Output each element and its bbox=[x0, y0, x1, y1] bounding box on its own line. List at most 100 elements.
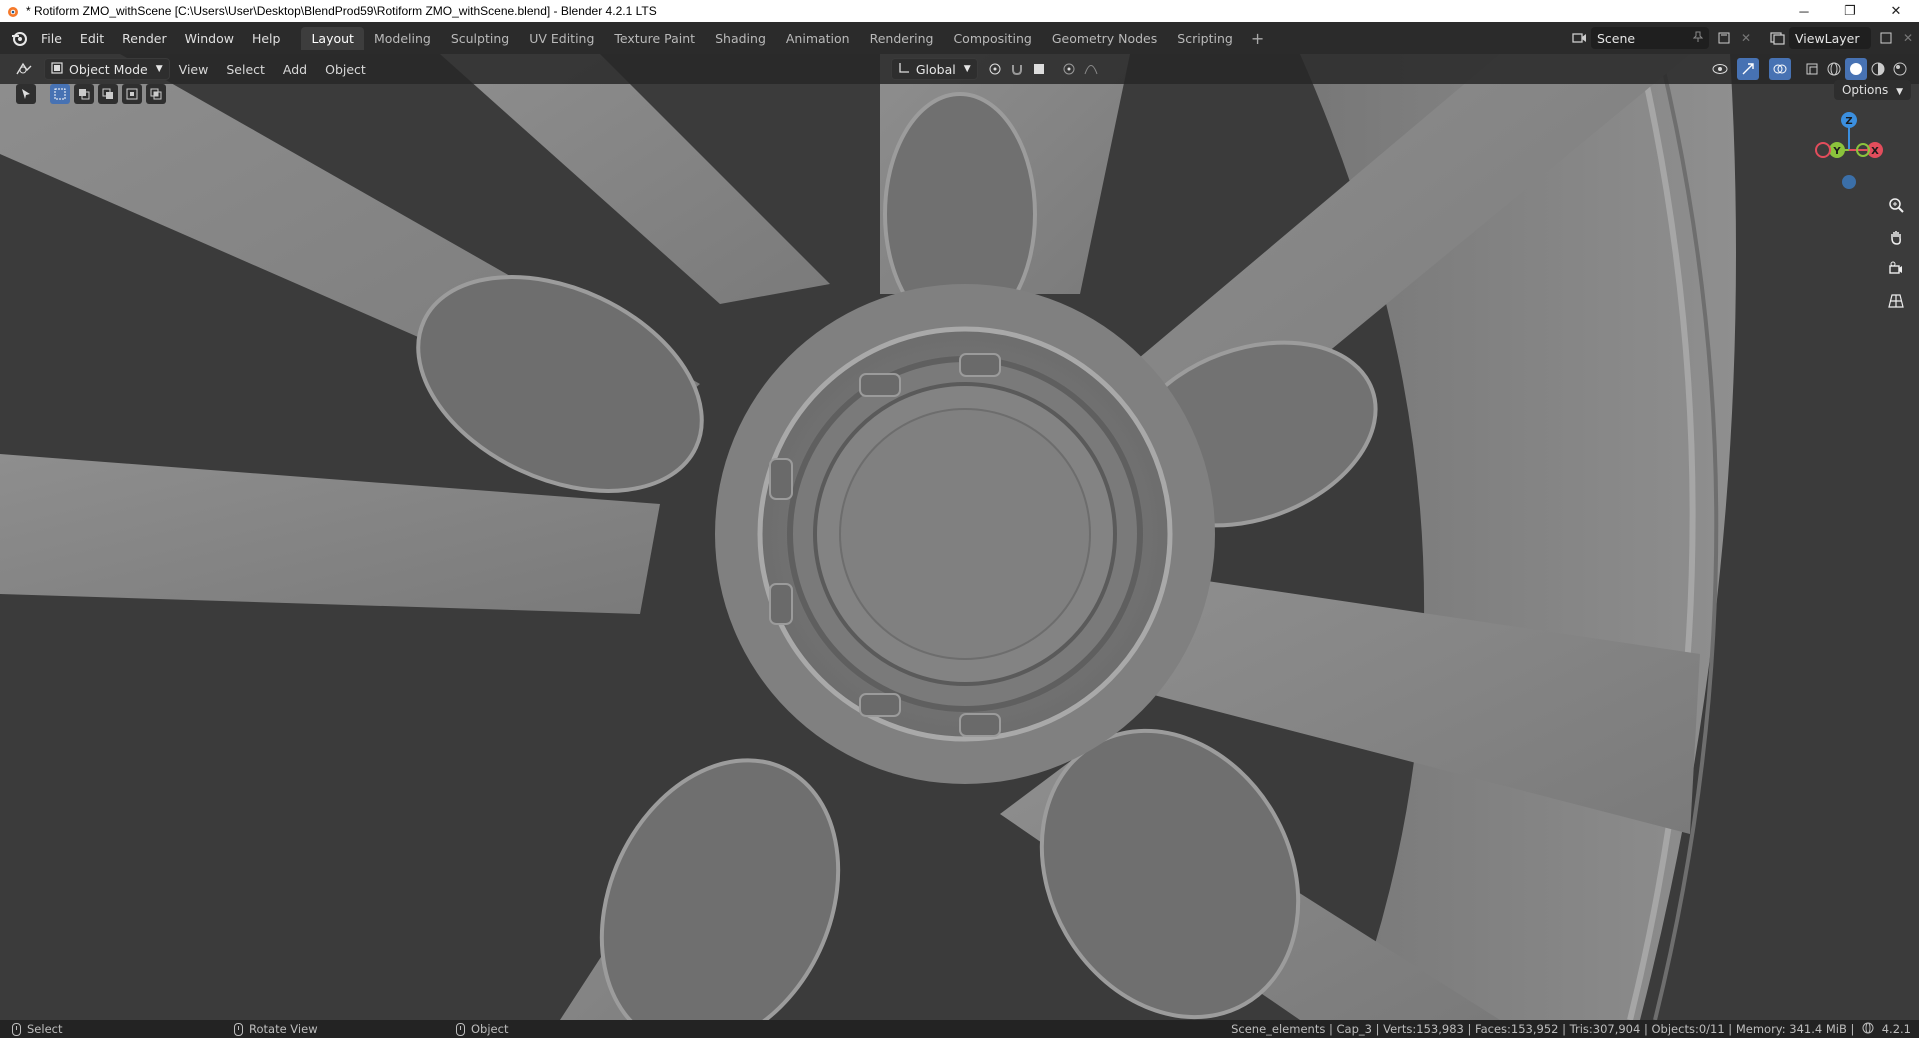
solid-shading-icon[interactable] bbox=[1845, 58, 1867, 80]
menu-window[interactable]: Window bbox=[176, 31, 243, 46]
navigation-gizmo[interactable]: Z X Y bbox=[1809, 110, 1889, 190]
tab-texture-paint[interactable]: Texture Paint bbox=[604, 27, 705, 50]
axes-icon bbox=[898, 62, 910, 77]
gizmo-neg-x-axis[interactable] bbox=[1815, 142, 1831, 158]
hint-object: Object bbox=[456, 1022, 656, 1036]
menu-edit[interactable]: Edit bbox=[71, 31, 113, 46]
viewlayer-icon[interactable] bbox=[1767, 27, 1789, 49]
options-label: Options bbox=[1841, 83, 1889, 97]
select-subtract-icon[interactable] bbox=[98, 84, 118, 104]
select-invert-icon[interactable] bbox=[122, 84, 142, 104]
gizmo-toggle-icon[interactable] bbox=[1737, 58, 1759, 80]
add-workspace-button[interactable]: + bbox=[1243, 29, 1272, 48]
workspace-tabs: Layout Modeling Sculpting UV Editing Tex… bbox=[301, 26, 1272, 50]
close-button[interactable]: ✕ bbox=[1873, 0, 1919, 22]
select-extend-icon[interactable] bbox=[74, 84, 94, 104]
wheel-render bbox=[0, 54, 1919, 1020]
viewport-header: Object Mode ▼ View Select Add Object Glo… bbox=[0, 54, 1919, 84]
gizmo-z-label: Z bbox=[1845, 116, 1852, 127]
xray-icon[interactable] bbox=[1801, 58, 1823, 80]
scene-name: Scene bbox=[1597, 30, 1636, 46]
overlay-toggle-icon[interactable] bbox=[1769, 58, 1791, 80]
scene-viewlayer-block: Scene ✕ ViewLayer ✕ bbox=[1569, 26, 1919, 50]
tab-sculpting[interactable]: Sculpting bbox=[441, 27, 519, 50]
statusbar: Select Rotate View Object Scene_elements… bbox=[0, 1020, 1919, 1038]
rendered-shading-icon[interactable] bbox=[1889, 58, 1911, 80]
3d-viewport[interactable] bbox=[0, 54, 1919, 1020]
vp-menu-select[interactable]: Select bbox=[217, 62, 274, 77]
tab-rendering[interactable]: Rendering bbox=[860, 27, 944, 50]
vp-menu-view[interactable]: View bbox=[170, 62, 218, 77]
scene-statistics: Scene_elements | Cap_3 | Verts:153,983 |… bbox=[1231, 1022, 1911, 1037]
menu-file[interactable]: File bbox=[32, 31, 71, 46]
tab-geometry-nodes[interactable]: Geometry Nodes bbox=[1042, 27, 1167, 50]
navigation-tools bbox=[1883, 192, 1909, 314]
viewlayer-selector[interactable]: ViewLayer bbox=[1789, 27, 1871, 49]
delete-scene-icon[interactable]: ✕ bbox=[1735, 27, 1757, 49]
falloff-icon[interactable] bbox=[1080, 58, 1102, 80]
visibility-icon[interactable] bbox=[1709, 58, 1731, 80]
perspective-grid-icon[interactable] bbox=[1883, 288, 1909, 314]
tab-compositing[interactable]: Compositing bbox=[943, 27, 1041, 50]
tab-uv-editing[interactable]: UV Editing bbox=[519, 27, 604, 50]
object-mode-dropdown[interactable]: Object Mode ▼ bbox=[44, 58, 170, 80]
menu-render[interactable]: Render bbox=[113, 31, 176, 46]
blender-menu-icon[interactable] bbox=[6, 25, 32, 51]
restore-button[interactable]: ❐ bbox=[1827, 0, 1873, 22]
pin-icon[interactable] bbox=[1692, 31, 1704, 46]
zoom-icon[interactable] bbox=[1883, 192, 1909, 218]
mouse-right-icon bbox=[456, 1022, 465, 1036]
select-tool-icon[interactable] bbox=[16, 84, 36, 104]
scene-type-icon[interactable] bbox=[1569, 27, 1591, 49]
object-mode-icon bbox=[51, 61, 63, 77]
mouse-middle-icon bbox=[234, 1022, 243, 1036]
wireframe-shading-icon[interactable] bbox=[1823, 58, 1845, 80]
mouse-left-icon bbox=[12, 1022, 21, 1036]
select-intersect-icon[interactable] bbox=[146, 84, 166, 104]
object-mode-label: Object Mode bbox=[69, 61, 148, 77]
camera-view-icon[interactable] bbox=[1883, 256, 1909, 282]
window-title: * Rotiform ZMO_withScene [C:\Users\User\… bbox=[26, 4, 657, 18]
delete-viewlayer-icon[interactable]: ✕ bbox=[1897, 27, 1919, 49]
vp-menu-add[interactable]: Add bbox=[274, 62, 316, 77]
transform-orientation-dropdown[interactable]: Global ▼ bbox=[890, 58, 978, 80]
proportional-edit-icon[interactable] bbox=[1058, 58, 1080, 80]
hint-select: Select bbox=[12, 1022, 222, 1036]
tab-shading[interactable]: Shading bbox=[705, 27, 776, 50]
tab-animation[interactable]: Animation bbox=[776, 27, 860, 50]
top-menubar: File Edit Render Window Help Layout Mode… bbox=[0, 22, 1919, 54]
blender-app-icon bbox=[4, 3, 20, 19]
viewlayer-name: ViewLayer bbox=[1795, 30, 1860, 46]
options-dropdown[interactable]: Options ▼ bbox=[1833, 80, 1911, 100]
snap-target-icon[interactable] bbox=[1028, 58, 1050, 80]
new-scene-icon[interactable] bbox=[1713, 27, 1735, 49]
globe-icon bbox=[1862, 1022, 1874, 1037]
material-shading-icon[interactable] bbox=[1867, 58, 1889, 80]
editor-type-icon[interactable] bbox=[10, 58, 38, 80]
minimize-button[interactable]: ─ bbox=[1781, 0, 1827, 22]
chevron-down-icon: ▼ bbox=[155, 64, 163, 74]
version-label: 4.2.1 bbox=[1881, 1021, 1911, 1036]
scene-stats-text: Scene_elements | Cap_3 | Verts:153,983 |… bbox=[1231, 1021, 1859, 1036]
vp-menu-object[interactable]: Object bbox=[316, 62, 375, 77]
gizmo-x-label: X bbox=[1871, 146, 1879, 157]
new-viewlayer-icon[interactable] bbox=[1875, 27, 1897, 49]
status-hints: Select Rotate View Object bbox=[0, 1022, 656, 1036]
tab-modeling[interactable]: Modeling bbox=[364, 27, 441, 50]
pan-hand-icon[interactable] bbox=[1883, 224, 1909, 250]
gizmo-y-label: Y bbox=[1832, 146, 1841, 157]
pivot-point-icon[interactable] bbox=[984, 58, 1006, 80]
select-new-icon[interactable] bbox=[50, 84, 70, 104]
scene-selector[interactable]: Scene bbox=[1591, 27, 1709, 49]
tab-scripting[interactable]: Scripting bbox=[1167, 27, 1243, 50]
tab-layout[interactable]: Layout bbox=[301, 26, 364, 50]
hint-select-label: Select bbox=[27, 1022, 63, 1036]
menu-help[interactable]: Help bbox=[243, 31, 290, 46]
viewport-right-controls bbox=[1709, 58, 1911, 80]
hint-object-label: Object bbox=[471, 1022, 509, 1036]
gizmo-neg-z-axis[interactable] bbox=[1842, 175, 1856, 189]
hint-rotate-label: Rotate View bbox=[249, 1022, 318, 1036]
hint-rotate-view: Rotate View bbox=[234, 1022, 444, 1036]
chevron-down-icon: ▼ bbox=[963, 64, 971, 74]
snap-icon[interactable] bbox=[1006, 58, 1028, 80]
